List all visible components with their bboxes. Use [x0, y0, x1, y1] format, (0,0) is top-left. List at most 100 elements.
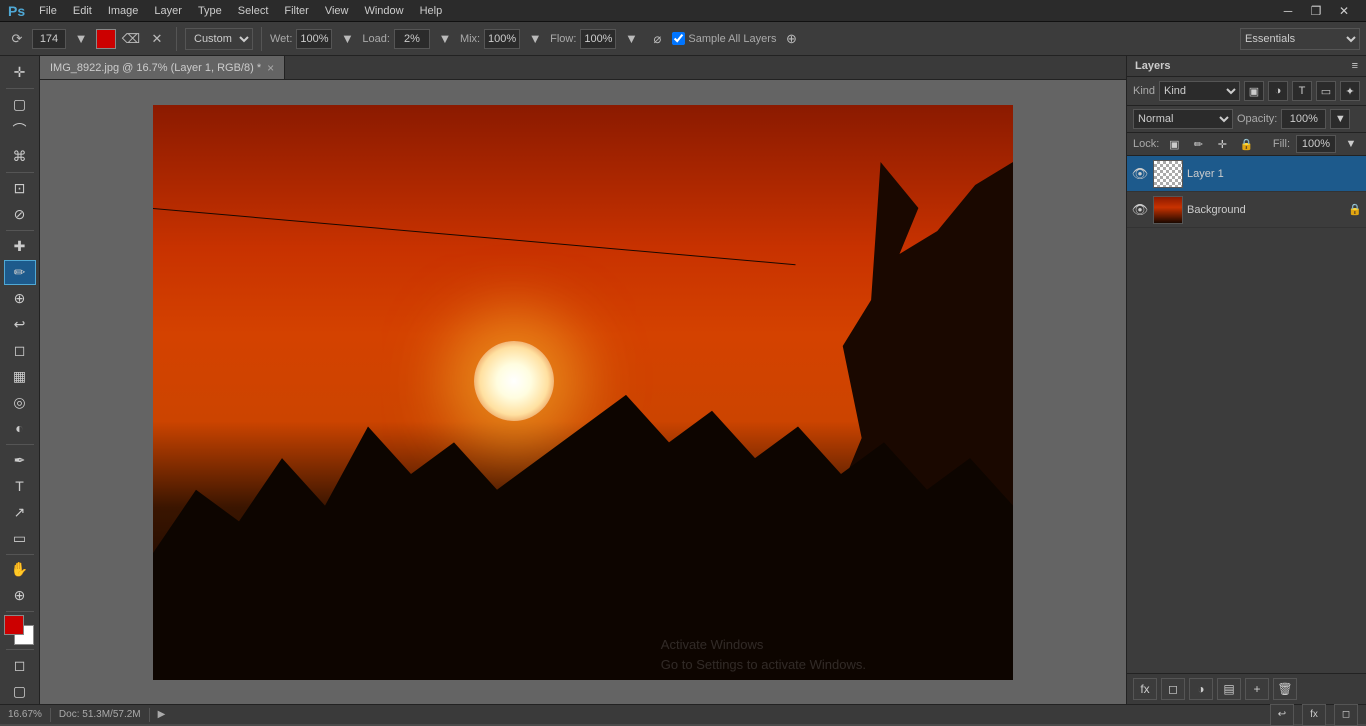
tool-sep-1 [6, 88, 34, 89]
move-tool[interactable]: ✛ [4, 60, 36, 85]
history-brush-tool[interactable]: ↩ [4, 312, 36, 337]
menu-select[interactable]: Select [232, 5, 275, 17]
erase-mode-button[interactable]: ⌫ [120, 28, 142, 50]
mask-status-btn[interactable]: ◻ [1334, 704, 1358, 726]
lock-all-btn[interactable]: 🔒 [1237, 135, 1255, 153]
add-mask-btn[interactable]: ◻ [1161, 678, 1185, 700]
eraser-tool[interactable]: ◻ [4, 338, 36, 363]
shape-filter-btn[interactable]: ▭ [1316, 81, 1336, 101]
eyedropper-tool[interactable]: ⊘ [4, 202, 36, 227]
wet-label: Wet: [270, 33, 292, 45]
brush-tool[interactable]: ✏ [4, 260, 36, 285]
menu-filter[interactable]: Filter [278, 5, 314, 17]
shape-tool[interactable]: ▭ [4, 526, 36, 551]
wet-input[interactable] [296, 29, 332, 49]
new-layer-btn[interactable]: + [1245, 678, 1269, 700]
add-layer-style-btn[interactable]: fx [1133, 678, 1157, 700]
stylus-pressure-button[interactable]: ⌀ [646, 28, 668, 50]
menu-file[interactable]: File [33, 5, 63, 17]
layer-row-layer1[interactable]: 👁 Layer 1 [1127, 156, 1366, 192]
brush-size-input[interactable] [32, 29, 66, 49]
airbrush-button[interactable]: ⊕ [780, 28, 802, 50]
fill-arrow[interactable]: ▼ [1342, 135, 1360, 153]
zoom-tool[interactable]: ⊕ [4, 583, 36, 608]
blur-tool[interactable]: ◎ [4, 390, 36, 415]
crop-tool[interactable]: ⊡ [4, 176, 36, 201]
adjustment-filter-btn[interactable]: ◑ [1268, 81, 1288, 101]
layer-thumbnail-background [1153, 196, 1183, 224]
cancel-button[interactable]: ✕ [146, 28, 168, 50]
background-lock-icon: 🔒 [1348, 203, 1362, 216]
text-tool[interactable]: T [4, 474, 36, 499]
foreground-color-swatch[interactable] [4, 615, 24, 635]
flow-arrow[interactable]: ▼ [620, 28, 642, 50]
sun [474, 341, 554, 421]
brush-preset-select[interactable]: Custom [185, 28, 253, 50]
mix-arrow[interactable]: ▼ [524, 28, 546, 50]
pixel-filter-btn[interactable]: ▣ [1244, 81, 1264, 101]
history-btn[interactable]: ↩ [1270, 704, 1294, 726]
path-selection-tool[interactable]: ↗ [4, 500, 36, 525]
create-group-btn[interactable]: ▤ [1217, 678, 1241, 700]
lock-position-btn[interactable]: ✛ [1213, 135, 1231, 153]
dodge-tool[interactable]: ◐ [4, 416, 36, 441]
healing-brush-tool[interactable]: ✚ [4, 234, 36, 259]
wet-arrow[interactable]: ▼ [336, 28, 358, 50]
close-button[interactable]: ✕ [1330, 0, 1358, 22]
kind-select[interactable]: Kind [1159, 81, 1240, 101]
tool-sep-3 [6, 230, 34, 231]
opacity-arrow[interactable]: ▼ [1330, 109, 1350, 129]
hand-tool[interactable]: ✋ [4, 557, 36, 582]
menu-edit[interactable]: Edit [67, 5, 98, 17]
lasso-tool[interactable]: ⌒ [4, 118, 36, 143]
blend-mode-select[interactable]: Normal [1133, 109, 1233, 129]
maximize-button[interactable]: ❐ [1302, 0, 1330, 22]
doc-tab[interactable]: IMG_8922.jpg @ 16.7% (Layer 1, RGB/8) * … [40, 56, 285, 79]
load-arrow[interactable]: ▼ [434, 28, 456, 50]
menu-window[interactable]: Window [358, 5, 409, 17]
mix-input[interactable] [484, 29, 520, 49]
layers-panel-menu-icon[interactable]: ≡ [1352, 60, 1358, 72]
status-sep-2 [149, 708, 150, 722]
brush-color-swatch[interactable] [96, 29, 116, 49]
fx-status-btn[interactable]: fx [1302, 704, 1326, 726]
doc-tab-close[interactable]: × [267, 61, 274, 75]
add-adjustment-btn[interactable]: ◑ [1189, 678, 1213, 700]
lock-transparent-btn[interactable]: ▣ [1165, 135, 1183, 153]
sample-all-layers-checkbox[interactable] [672, 32, 685, 45]
status-arrow[interactable]: ▶ [158, 709, 166, 720]
menu-help[interactable]: Help [414, 5, 449, 17]
layer-visibility-eye-layer1[interactable]: 👁 [1131, 165, 1149, 183]
canvas-inner[interactable] [153, 105, 1013, 680]
menu-image[interactable]: Image [102, 5, 145, 17]
menu-type[interactable]: Type [192, 5, 228, 17]
quick-selection-tool[interactable]: ⌘ [4, 144, 36, 169]
quick-mask-button[interactable]: ◻ [4, 653, 36, 678]
workspace-select[interactable]: Essentials [1240, 28, 1360, 50]
tool-options-button[interactable]: ⟳ [6, 28, 28, 50]
menu-view[interactable]: View [319, 5, 355, 17]
title-bar-controls: ─ ❐ ✕ [1274, 0, 1358, 22]
opacity-input[interactable] [1281, 109, 1326, 129]
gradient-tool[interactable]: ▦ [4, 364, 36, 389]
brush-picker-button[interactable]: ▼ [70, 28, 92, 50]
pen-tool[interactable]: ✒ [4, 448, 36, 473]
layer-row-background[interactable]: 👁 Background 🔒 [1127, 192, 1366, 228]
fill-input[interactable] [1296, 135, 1336, 153]
load-input[interactable] [394, 29, 430, 49]
clone-stamp-tool[interactable]: ⊕ [4, 286, 36, 311]
layer-thumb-sunset [1154, 197, 1182, 223]
smart-filter-btn[interactable]: ✦ [1340, 81, 1360, 101]
marquee-tool[interactable]: ▢ [4, 92, 36, 117]
delete-layer-btn[interactable]: 🗑 [1273, 678, 1297, 700]
flow-input[interactable] [580, 29, 616, 49]
left-panel: ✛ ▢ ⌒ ⌘ ⊡ ⊘ ✚ ✏ ⊕ ↩ ◻ ▦ ◎ ◐ ✒ T ↗ ▭ ✋ ⊕ … [0, 56, 40, 704]
layers-controls: Kind Kind ▣ ◑ T ▭ ✦ [1127, 77, 1366, 106]
layer-visibility-eye-background[interactable]: 👁 [1131, 201, 1149, 219]
menu-layer[interactable]: Layer [148, 5, 188, 17]
minimize-button[interactable]: ─ [1274, 0, 1302, 22]
tool-sep-7 [6, 649, 34, 650]
screen-mode-button[interactable]: ▢ [4, 679, 36, 704]
lock-pixels-btn[interactable]: ✏ [1189, 135, 1207, 153]
type-filter-btn[interactable]: T [1292, 81, 1312, 101]
